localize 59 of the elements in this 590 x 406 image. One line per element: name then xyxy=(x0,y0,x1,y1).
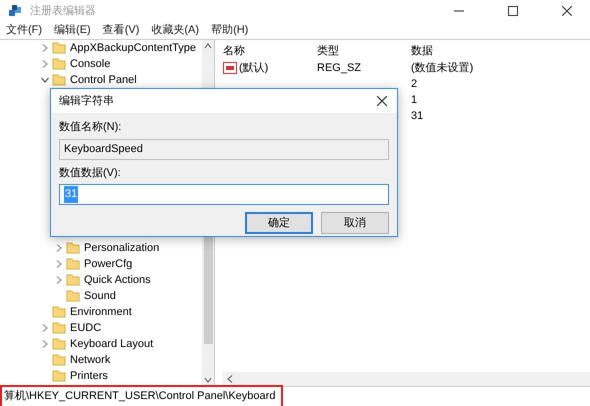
folder-icon xyxy=(66,274,80,286)
value-name[interactable]: (默认) xyxy=(239,60,268,76)
folder-icon xyxy=(52,338,66,350)
tree-item[interactable]: EUDC xyxy=(0,320,202,336)
menu-item[interactable]: 帮助(H) xyxy=(205,22,254,39)
folder-icon xyxy=(52,370,66,382)
ok-button[interactable]: 确定 xyxy=(245,212,313,234)
chevron-right-icon[interactable] xyxy=(56,276,62,284)
folder-icon xyxy=(52,306,66,318)
tree-item[interactable]: AppXBackupContentType xyxy=(0,40,202,56)
app-icon xyxy=(8,4,22,18)
column-header[interactable]: 数据 xyxy=(411,42,433,60)
menu-item[interactable]: 编辑(E) xyxy=(48,22,97,39)
folder-icon xyxy=(66,242,80,254)
value-data: 31 xyxy=(411,108,424,124)
chevron-right-icon[interactable] xyxy=(42,44,48,52)
value-type: REG_SZ xyxy=(317,62,362,74)
column-header[interactable]: 名称 xyxy=(223,42,317,60)
close-icon xyxy=(377,96,387,106)
folder-icon xyxy=(52,354,66,366)
tree-item[interactable]: Environment xyxy=(0,304,202,320)
chevron-right-icon[interactable] xyxy=(42,340,48,348)
value-name-field[interactable]: KeyboardSpeed xyxy=(59,138,389,160)
tree-item[interactable]: Sound xyxy=(0,288,202,304)
tree-item[interactable]: Quick Actions xyxy=(0,272,202,288)
menu-item[interactable]: 文件(F) xyxy=(0,22,48,39)
dialog-title: 编辑字符串 xyxy=(59,94,115,109)
chevron-right-icon[interactable] xyxy=(56,260,62,268)
close-icon xyxy=(562,6,572,16)
value-data: 2 xyxy=(411,76,418,92)
folder-icon xyxy=(66,290,80,302)
status-path: 算机\HKEY_CURRENT_USER\Control Panel\Keyboard xyxy=(0,385,284,406)
folder-icon xyxy=(66,258,80,270)
cancel-button[interactable]: 取消 xyxy=(321,212,389,234)
field-label: 数值数据(V): xyxy=(59,166,122,180)
window-title: 注册表编辑器 xyxy=(30,4,97,19)
tree-item[interactable]: Network xyxy=(0,352,202,368)
chevron-right-icon[interactable] xyxy=(42,60,48,68)
folder-icon xyxy=(52,74,66,86)
menu-item[interactable]: 收藏夹(A) xyxy=(145,22,206,39)
value-data: (数值未设置) xyxy=(411,60,474,76)
maximize-icon xyxy=(508,6,518,16)
tree-item[interactable]: Printers xyxy=(0,368,202,384)
value-data: 1 xyxy=(411,92,418,108)
folder-icon xyxy=(52,58,66,70)
tree-item[interactable]: PowerCfg xyxy=(0,256,202,272)
folder-icon xyxy=(52,322,66,334)
chevron-right-icon[interactable] xyxy=(42,324,48,332)
tree-item[interactable]: Keyboard Layout xyxy=(0,336,202,352)
folder-icon xyxy=(52,42,66,54)
chevron-right-icon[interactable] xyxy=(56,244,62,252)
column-header[interactable]: 类型 xyxy=(317,42,411,60)
scroll-left-icon[interactable] xyxy=(227,375,233,383)
tree-item[interactable]: Control Panel xyxy=(0,72,202,88)
tree-item[interactable]: Console xyxy=(0,56,202,72)
menu-item[interactable]: 查看(V) xyxy=(96,22,146,39)
tree-item[interactable]: Personalization xyxy=(0,240,202,256)
field-label: 数值名称(N): xyxy=(59,120,122,135)
chevron-down-icon[interactable] xyxy=(41,77,49,83)
